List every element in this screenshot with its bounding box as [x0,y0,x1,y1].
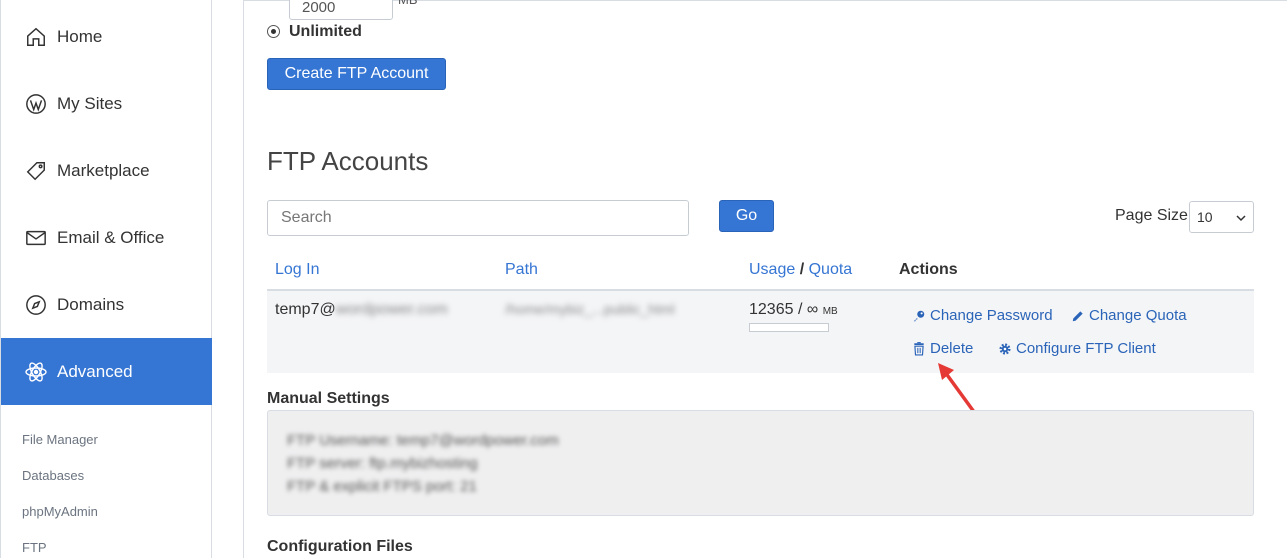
nav-marketplace-label: Marketplace [57,160,150,180]
nav-home[interactable]: Home [1,3,212,70]
page-size-value: 10 [1197,209,1213,225]
configure-ftp-client-label: Configure FTP Client [1016,340,1156,357]
search-input[interactable] [267,200,689,236]
configure-ftp-client-link[interactable]: Configure FTP Client [998,340,1156,357]
row-usage-value: 12365 [749,301,794,318]
key-icon [913,310,925,321]
change-quota-label: Change Quota [1089,307,1187,324]
atom-icon [24,360,48,384]
row-login: temp7@wordpower.com [275,301,448,319]
nav-email-office[interactable]: Email & Office [1,204,212,271]
header-actions: Actions [899,261,958,278]
go-button[interactable]: Go [719,200,774,232]
settings-line: FTP server: ftp.mybizhosting [287,455,478,472]
nav-home-label: Home [57,26,103,46]
change-quota-link[interactable]: Change Quota [1071,307,1187,324]
nav-domains[interactable]: Domains [1,271,212,338]
delete-label: Delete [930,340,974,357]
page-size-label: Page Size [1115,207,1188,224]
nav-advanced-label: Advanced [57,361,133,381]
row-login-domain: wordpower.com [335,301,448,318]
sub-databases[interactable]: Databases [22,468,84,483]
tag-icon [24,159,48,183]
row-quota-value: / ∞ [797,301,819,318]
unlimited-radio[interactable] [267,25,280,38]
nav-my-sites[interactable]: My Sites [1,70,212,137]
nav-advanced[interactable]: Advanced [1,338,212,405]
unlimited-label: Unlimited [289,23,362,40]
change-password-link[interactable]: Change Password [912,307,1053,324]
chevron-down-icon [1236,209,1246,225]
change-password-label: Change Password [930,307,1053,324]
sidebar: Home My Sites Marketplace Email & Office… [0,0,212,558]
header-login[interactable]: Log In [275,261,319,279]
configuration-files-title: Configuration Files [267,538,413,555]
home-icon [24,25,48,49]
settings-line: FTP Username: temp7@wordpower.com [287,432,559,449]
nav-domains-label: Domains [57,294,125,314]
create-ftp-account-button[interactable]: Create FTP Account [267,58,446,90]
delete-link[interactable]: Delete [912,340,973,357]
gear-icon [999,342,1011,355]
row-login-prefix: temp7@ [275,301,336,318]
pencil-icon [1072,310,1083,321]
quota-unit: MB [398,0,418,7]
header-usage-quota: Usage / Quota [749,261,852,279]
row-path: /home/mybiz_...public_html [505,301,675,317]
nav-email-office-label: Email & Office [57,227,165,247]
nav-my-sites-label: My Sites [57,93,123,113]
usage-progress-bar [749,323,829,332]
header-quota[interactable]: Quota [809,261,853,278]
manual-settings-title: Manual Settings [267,390,390,407]
header-usage[interactable]: Usage [749,261,795,278]
sub-file-manager[interactable]: File Manager [22,432,98,447]
settings-line: FTP & explicit FTPS port: 21 [287,478,477,495]
wordpress-icon [24,92,48,116]
envelope-icon [24,226,48,250]
section-title: FTP Accounts [267,146,429,176]
quota-input[interactable]: 2000 [289,0,393,20]
nav-marketplace[interactable]: Marketplace [1,137,212,204]
row-usage: 12365 / ∞ MB [749,301,838,319]
sub-phpmyadmin[interactable]: phpMyAdmin [22,504,98,519]
compass-icon [24,293,48,317]
row-usage-unit: MB [822,306,838,317]
header-path[interactable]: Path [505,261,538,279]
trash-icon [914,342,924,356]
page-size-select[interactable]: 10 [1189,201,1254,233]
sub-ftp[interactable]: FTP [22,540,47,555]
header-separator: / [799,261,805,278]
